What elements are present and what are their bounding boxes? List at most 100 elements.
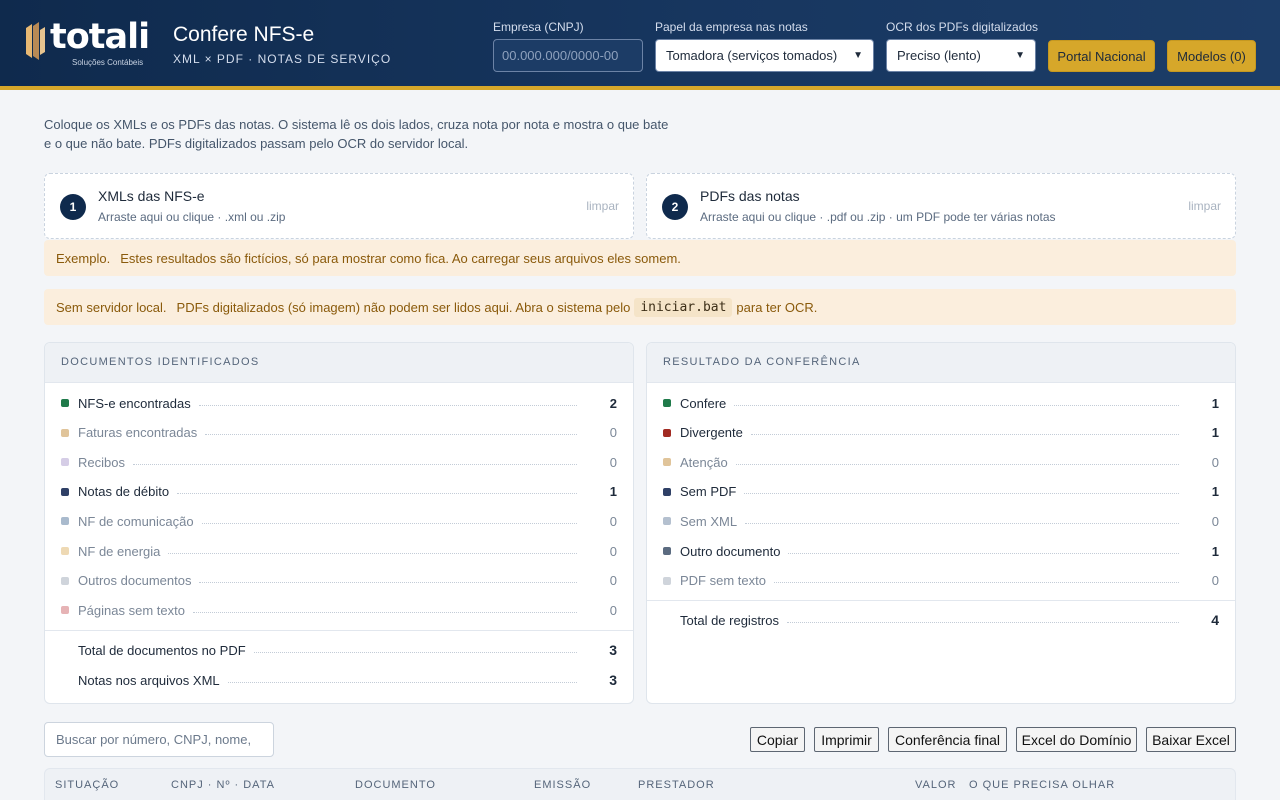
dropzone-hint: Arraste aqui ou clique · .xml ou .zip	[98, 210, 286, 224]
stat-label: NF de comunicação	[78, 513, 194, 529]
stat-label: NFS-e encontradas	[78, 395, 191, 411]
example-notice: Exemplo. Estes resultados são fictícios,…	[44, 240, 1236, 276]
portal-nacional-button[interactable]: Portal Nacional	[1048, 40, 1155, 72]
dropzone-title: XMLs das NFS-e	[98, 188, 205, 204]
stat-row: NFS-e encontradas 2	[61, 393, 617, 413]
excel-dominio-button[interactable]: Excel do Domínio	[1016, 727, 1137, 752]
stat-value: 1	[1211, 425, 1219, 441]
ocr-select-value: Preciso (lento)	[897, 48, 981, 63]
intro-text: Coloque os XMLs e os PDFs das notas. O s…	[44, 117, 669, 151]
papel-select-value: Tomadora (serviços tomados)	[666, 48, 838, 63]
papel-label: Papel da empresa nas notas	[655, 20, 808, 34]
copy-button[interactable]: Copiar	[750, 727, 805, 752]
print-button[interactable]: Imprimir	[814, 727, 879, 752]
stat-row: NF de comunicação 0	[61, 511, 617, 531]
logo-subtext: Soluções Contábeis	[72, 58, 144, 67]
status-dot	[61, 487, 69, 496]
stat-label: Sem PDF	[680, 484, 737, 500]
stat-label: Sem XML	[680, 513, 738, 529]
papel-select[interactable]: Tomadora (serviços tomados) ▼	[655, 39, 874, 72]
column-header-emissao[interactable]: EMISSÃO	[534, 779, 591, 791]
total-label: Notas nos arquivos XML	[78, 672, 220, 688]
column-header-prestador[interactable]: PRESTADOR	[638, 779, 715, 791]
stat-row: PDF sem texto 0	[663, 571, 1219, 591]
cnpj-label: Empresa (CNPJ)	[493, 20, 584, 34]
clear-xml-link[interactable]: limpar	[586, 199, 619, 213]
results-table-header: SITUAÇÃO CNPJ · Nº · DATA DOCUMENTO EMIS…	[44, 768, 1236, 800]
stat-row: Outros documentos 0	[61, 571, 617, 591]
status-dot	[61, 458, 69, 467]
column-header-o-que-olhar[interactable]: O QUE PRECISA OLHAR	[969, 779, 1115, 791]
status-dot	[663, 487, 671, 496]
total-value: 4	[1211, 612, 1219, 628]
stat-value: 0	[609, 454, 617, 470]
stat-row: Outro documento 1	[663, 541, 1219, 561]
stat-value: 0	[609, 425, 617, 441]
step-number: 1	[60, 194, 86, 220]
documents-panel: DOCUMENTOS IDENTIFICADOS NFS-e encontrad…	[44, 342, 634, 704]
modelos-button[interactable]: Modelos (0)	[1167, 40, 1256, 72]
column-header-documento[interactable]: DOCUMENTO	[355, 779, 436, 791]
column-header-cnpj[interactable]: CNPJ · Nº · DATA	[171, 779, 275, 791]
status-dot	[61, 428, 69, 437]
notice-title: Exemplo.	[56, 250, 111, 266]
cnpj-input[interactable]	[493, 39, 643, 72]
stat-value: 0	[1211, 454, 1219, 470]
stat-value: 1	[609, 484, 617, 500]
totali-logo: totali Soluções Contábeis	[24, 17, 150, 68]
stat-label: Faturas encontradas	[78, 425, 198, 441]
stat-row: Recibos 0	[61, 452, 617, 472]
status-dot	[61, 517, 69, 526]
stat-value: 1	[1211, 543, 1219, 559]
status-dot	[663, 547, 671, 555]
divider	[647, 600, 1235, 601]
total-label: Total de documentos no PDF	[78, 642, 246, 658]
search-input[interactable]	[44, 722, 274, 757]
stat-value: 0	[609, 513, 617, 529]
notice-title: Sem servidor local.	[56, 299, 167, 315]
total-label: Total de registros	[680, 612, 779, 628]
status-dot	[61, 547, 69, 555]
stat-label: NF de energia	[78, 543, 161, 559]
stat-value: 1	[1211, 395, 1219, 411]
notice-text: para ter OCR.	[736, 299, 818, 315]
stat-label: PDF sem texto	[680, 573, 766, 589]
stat-label: Páginas sem texto	[78, 602, 185, 618]
app-subtitle: XML × PDF · NOTAS DE SERVIÇO	[173, 52, 392, 66]
total-value: 3	[609, 672, 617, 688]
stat-label: Atenção	[680, 454, 728, 470]
stat-row: Faturas encontradas 0	[61, 423, 617, 443]
stat-label: Outros documentos	[78, 573, 192, 589]
stat-row: Sem PDF 1	[663, 482, 1219, 502]
total-value: 3	[609, 642, 617, 658]
dropzone-hint: Arraste aqui ou clique · .pdf ou .zip · …	[700, 210, 1056, 224]
app-header: totali Soluções Contábeis Confere NFS-e …	[0, 0, 1280, 90]
status-dot	[61, 399, 69, 407]
notice-text: PDFs digitalizados (só imagem) não podem…	[176, 299, 631, 315]
iniciar-bat-code: iniciar.bat	[634, 297, 733, 317]
status-dot	[663, 399, 671, 407]
stat-row: Páginas sem texto 0	[61, 600, 617, 620]
total-row: Notas nos arquivos XML 3	[61, 670, 617, 690]
ocr-select[interactable]: Preciso (lento) ▼	[886, 39, 1036, 72]
logo-text: totali	[50, 17, 150, 57]
pdf-dropzone[interactable]: 2 PDFs das notas Arraste aqui ou clique …	[646, 173, 1236, 239]
stat-value: 0	[1211, 573, 1219, 589]
dropzone-title: PDFs das notas	[700, 188, 800, 204]
chevron-down-icon: ▼	[853, 50, 863, 61]
ocr-label: OCR dos PDFs digitalizados	[886, 20, 1039, 34]
clear-pdf-link[interactable]: limpar	[1188, 199, 1221, 213]
column-header-valor[interactable]: VALOR	[915, 779, 956, 791]
stat-label: Confere	[680, 395, 727, 411]
stat-row: NF de energia 0	[61, 541, 617, 561]
final-check-button[interactable]: Conferência final	[888, 727, 1007, 752]
xml-dropzone[interactable]: 1 XMLs das NFS-e Arraste aqui ou clique …	[44, 173, 634, 239]
stat-label: Notas de débito	[78, 484, 170, 500]
stat-value: 0	[609, 543, 617, 559]
stat-row: Divergente 1	[663, 423, 1219, 443]
download-excel-button[interactable]: Baixar Excel	[1146, 727, 1236, 752]
app-title: Confere NFS-e	[173, 23, 315, 46]
column-header-situacao[interactable]: SITUAÇÃO	[55, 779, 119, 791]
status-dot	[663, 517, 671, 526]
chevron-down-icon: ▼	[1015, 50, 1025, 61]
